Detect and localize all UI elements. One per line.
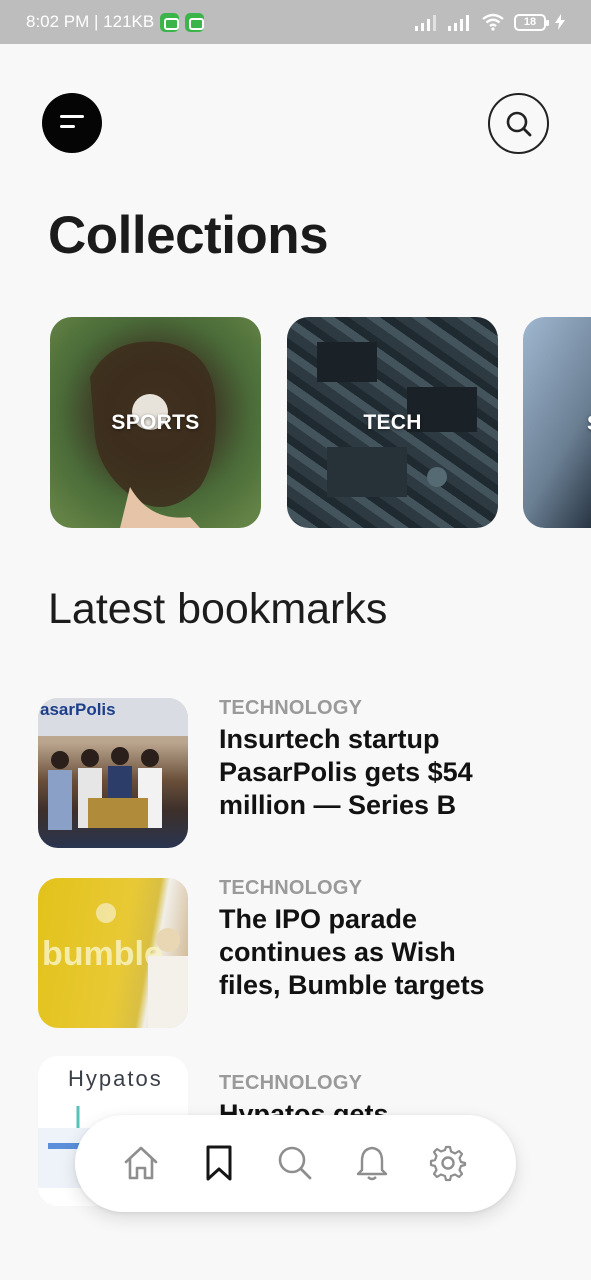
nav-notifications[interactable] xyxy=(352,1143,392,1183)
gear-icon xyxy=(429,1145,467,1182)
collections-carousel[interactable]: SPORTS TECH S xyxy=(50,317,591,528)
status-bar: 8:02 PM | 121KB 18 xyxy=(0,0,591,44)
screen: 8:02 PM | 121KB 18 Collections SPORTS TE… xyxy=(0,0,591,1280)
home-icon xyxy=(124,1146,158,1180)
thumbnail-text: asarPolis xyxy=(40,700,116,719)
bookmark-category: TECHNOLOGY xyxy=(219,1072,363,1094)
bookmark-category: TECHNOLOGY xyxy=(219,697,363,719)
bookmark-icon xyxy=(206,1145,232,1181)
nav-settings[interactable] xyxy=(428,1143,468,1183)
person-photo xyxy=(96,903,188,1028)
wifi-icon xyxy=(482,13,504,31)
bookmark-text: TECHNOLOGY Insurtech startup PasarPolis … xyxy=(219,698,489,822)
battery-level: 18 xyxy=(523,16,537,28)
collection-card-sports[interactable]: SPORTS xyxy=(50,317,261,528)
notification-app-icon xyxy=(185,12,205,32)
collection-label: S xyxy=(587,412,591,436)
bottom-navigation xyxy=(75,1115,516,1212)
charging-icon xyxy=(555,14,565,30)
nav-home[interactable] xyxy=(121,1143,161,1183)
search-button[interactable] xyxy=(488,93,549,154)
page-title: Collections xyxy=(48,206,329,265)
status-time: 8:02 PM | 121KB xyxy=(26,12,155,31)
menu-button[interactable] xyxy=(42,93,102,153)
nav-search[interactable] xyxy=(275,1143,315,1183)
bookmark-category: TECHNOLOGY xyxy=(219,877,363,899)
collection-card-third[interactable]: S xyxy=(523,317,591,528)
bookmark-thumbnail: bumble xyxy=(38,878,188,1028)
bookmark-thumbnail: asarPolis xyxy=(38,698,188,848)
collection-label: TECH xyxy=(363,410,422,434)
bookmark-text: TECHNOLOGY The IPO parade continues as W… xyxy=(219,878,489,1002)
search-icon xyxy=(506,111,531,136)
section-title: Latest bookmarks xyxy=(48,585,388,633)
nav-bookmarks[interactable] xyxy=(199,1143,239,1183)
bookmark-headline[interactable]: The IPO parade continues as Wish files, … xyxy=(219,903,489,1002)
signal-icon xyxy=(415,15,436,31)
people-photo xyxy=(48,747,162,830)
signal-icon xyxy=(448,15,469,31)
menu-icon-line xyxy=(60,125,75,128)
bell-icon xyxy=(356,1146,388,1181)
thumbnail-text: Hypatos xyxy=(68,1066,163,1091)
collection-card-tech[interactable]: TECH xyxy=(287,317,498,528)
notification-app-icon xyxy=(160,12,180,32)
menu-icon xyxy=(60,115,84,118)
status-left: 8:02 PM | 121KB xyxy=(26,12,205,32)
status-right: 18 xyxy=(415,13,565,31)
battery-icon: 18 xyxy=(514,13,549,31)
bookmark-headline[interactable]: Insurtech startup PasarPolis gets $54 mi… xyxy=(219,723,489,822)
collection-label: SPORTS xyxy=(111,410,200,434)
search-icon xyxy=(278,1146,312,1180)
